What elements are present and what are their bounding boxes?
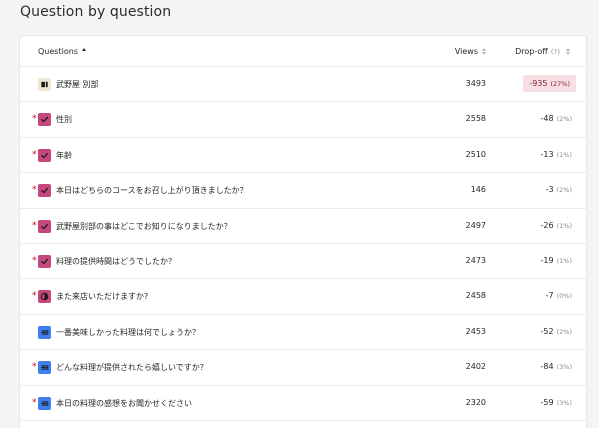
dropoff-count: -13	[540, 149, 554, 159]
question-text: 料理の提供時間はどうでしたか？	[56, 256, 176, 266]
question-text: 年齢	[56, 150, 72, 160]
required-marker: *	[32, 397, 37, 408]
dropoff-percent: (1%)	[556, 221, 572, 230]
required-marker: *	[32, 114, 37, 125]
required-marker: *	[32, 220, 37, 231]
page-title: Question by question	[20, 4, 172, 20]
dropoff-count: -7	[545, 291, 554, 301]
question-text: 武野屋別部の事はどこでお知りになりましたか？	[56, 221, 232, 231]
required-marker: *	[32, 362, 37, 373]
questions-column-label: Questions	[38, 47, 78, 56]
views-count: 2453	[465, 326, 486, 336]
dropoff-column-label: Drop-off	[515, 47, 548, 56]
dropoff-percent: (3%)	[556, 363, 572, 372]
dropoff-count: -48	[540, 114, 554, 124]
dropoff-value: -3 (2%)	[546, 185, 572, 194]
table-row[interactable]: 武野屋 別部 3493 -935 (27%)	[20, 67, 586, 103]
table-header: Questions Views Drop-off (?)	[20, 36, 586, 67]
dropoff-value: -84 (3%)	[541, 362, 572, 371]
sort-icon[interactable]	[566, 48, 570, 55]
help-icon[interactable]: (?)	[551, 48, 560, 56]
views-count: 2402	[465, 362, 486, 372]
dropoff-value: -7 (0%)	[546, 291, 572, 300]
question-text: また来店いただけますか?	[56, 292, 149, 302]
checkbox-icon	[38, 113, 51, 127]
long-text-icon	[38, 361, 51, 375]
table-row[interactable]: * 武野屋別部の事はどこでお知りになりましたか？ 2497 -26 (1%)	[20, 209, 586, 244]
dropoff-count: -19	[540, 255, 554, 265]
dropoff-percent: (1%)	[556, 256, 572, 265]
required-marker: *	[32, 185, 37, 196]
dropoff-count: -84	[540, 362, 554, 372]
dropoff-count: -26	[540, 220, 554, 230]
checkbox-icon	[38, 219, 51, 233]
welcome-screen-icon	[38, 78, 51, 91]
table-row[interactable]: * 本日はどちらのコースをお召し上がり頂きましたか？ 146 -3 (2%)	[20, 173, 586, 209]
views-count: 2497	[465, 220, 486, 230]
question-text: 性別	[56, 115, 72, 125]
opinion-scale-icon	[38, 290, 51, 304]
questions-table: Questions Views Drop-off (?) 武野屋 別部 3493 -…	[20, 36, 586, 428]
dropoff-value: -48 (2%)	[541, 114, 572, 123]
views-count: 2510	[465, 149, 486, 159]
dropoff-percent: (27%)	[550, 80, 570, 88]
views-column-label: Views	[454, 47, 478, 56]
views-count: 2320	[465, 397, 486, 407]
table-row[interactable]: * 本日の料理の感想をお聞かせください 2320 -59 (3%)	[20, 386, 586, 421]
dropoff-value: -59 (3%)	[541, 398, 572, 407]
dropoff-count: -935	[529, 79, 548, 88]
dropoff-value: -13 (1%)	[541, 150, 572, 159]
dropoff-value: -19 (1%)	[541, 256, 572, 265]
dropoff-percent: (0%)	[556, 292, 572, 301]
question-text: 武野屋 別部	[56, 80, 99, 89]
table-row[interactable]: * 料理の提供時間はどうでしたか？ 2473 -19 (1%)	[20, 244, 586, 280]
views-count: 3493	[465, 79, 486, 88]
long-text-icon	[38, 396, 51, 410]
table-row[interactable]: 一番美味しかった料理は何でしょうか？ 2453 -52 (2%)	[20, 315, 586, 351]
required-marker: *	[32, 291, 37, 302]
table-row[interactable]: * また来店いただけますか? 2458 -7 (0%)	[20, 279, 586, 315]
dropoff-count: -52	[540, 326, 554, 336]
table-row[interactable]: * 年齢 2510 -13 (1%)	[20, 138, 586, 174]
views-column-header[interactable]: Views	[455, 47, 486, 56]
dropoff-value: -26 (1%)	[541, 221, 572, 230]
dropoff-percent: (1%)	[556, 150, 572, 159]
views-count: 2473	[465, 255, 486, 265]
dropoff-count: -3	[545, 185, 554, 195]
table-row[interactable]: * どんな料理が提供されたら嬉しいですか？ 2402 -84 (3%)	[20, 350, 586, 386]
sort-icon[interactable]	[81, 48, 86, 55]
dropoff-value: -52 (2%)	[541, 327, 572, 336]
dropoff-value: -935 (27%)	[523, 75, 576, 92]
question-text: 本日はどちらのコースをお召し上がり頂きましたか？	[56, 186, 248, 196]
question-text: 一番美味しかった料理は何でしょうか？	[56, 327, 200, 337]
question-text: どんな料理が提供されたら嬉しいですか？	[56, 363, 208, 373]
long-text-icon	[38, 325, 51, 339]
checkbox-icon	[38, 254, 51, 268]
dropoff-percent: (2%)	[556, 186, 572, 195]
views-count: 2558	[465, 114, 486, 124]
dropoff-percent: (2%)	[556, 327, 572, 336]
required-marker: *	[32, 255, 37, 266]
dropoff-percent: (3%)	[556, 398, 572, 407]
question-text: 本日の料理の感想をお聞かせください	[56, 398, 192, 408]
views-count: 146	[470, 185, 486, 195]
dropoff-column-header[interactable]: Drop-off (?)	[515, 47, 570, 56]
required-marker: *	[32, 149, 37, 160]
views-count: 2458	[465, 291, 486, 301]
dropoff-count: -59	[540, 397, 554, 407]
sort-icon[interactable]	[482, 48, 486, 55]
questions-column-header[interactable]: Questions	[38, 47, 86, 56]
dropoff-percent: (2%)	[556, 115, 572, 124]
table-row[interactable]: * 性別 2558 -48 (2%)	[20, 102, 586, 138]
checkbox-icon	[38, 148, 51, 162]
checkbox-icon	[38, 184, 51, 198]
